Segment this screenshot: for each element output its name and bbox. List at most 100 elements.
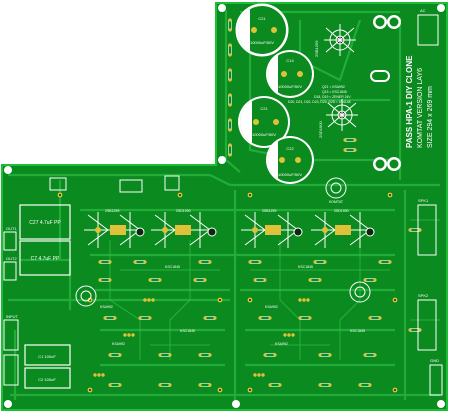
via-hole bbox=[249, 194, 251, 196]
pad bbox=[368, 316, 372, 320]
pad bbox=[228, 43, 232, 47]
via-hole bbox=[179, 194, 181, 196]
via-hole bbox=[219, 299, 221, 301]
pad bbox=[228, 143, 232, 147]
reg-note-1: Q21 = KSA992 bbox=[322, 85, 345, 89]
pad bbox=[323, 260, 327, 264]
pad bbox=[228, 118, 232, 122]
capacitor-top bbox=[235, 3, 289, 57]
small-cap-1-label: C1 100uF bbox=[38, 354, 56, 359]
pad bbox=[253, 278, 257, 282]
pad bbox=[328, 353, 332, 357]
transistor-pin bbox=[123, 333, 127, 337]
via-hole bbox=[249, 299, 251, 301]
cap-label-right-top: C14 bbox=[286, 58, 294, 63]
ksc-label-3: KSC1845 bbox=[180, 329, 195, 333]
cap-label-mid: C21 bbox=[260, 106, 268, 111]
board-outline bbox=[1, 2, 448, 411]
transistor-label-2: 2SD1900 bbox=[318, 121, 323, 138]
pad bbox=[353, 148, 357, 152]
pad bbox=[228, 128, 232, 132]
pad bbox=[343, 148, 347, 152]
via-hole bbox=[59, 194, 61, 196]
pad bbox=[198, 353, 202, 357]
via-hole bbox=[394, 299, 396, 301]
ksa-label-3: KSA992 bbox=[112, 342, 125, 346]
pad bbox=[108, 353, 112, 357]
pad bbox=[118, 383, 122, 387]
pad bbox=[308, 316, 312, 320]
pad bbox=[343, 138, 347, 142]
pad bbox=[368, 383, 372, 387]
pad bbox=[378, 260, 382, 264]
pad bbox=[313, 260, 317, 264]
via-hole bbox=[394, 389, 396, 391]
pad bbox=[273, 353, 277, 357]
transistor-pin bbox=[97, 373, 101, 377]
pad bbox=[108, 278, 112, 282]
transistor-pin bbox=[127, 333, 131, 337]
title-line-3: SIZE 294 x 269 mm bbox=[427, 86, 434, 148]
via-hole bbox=[89, 389, 91, 391]
transistor-pin bbox=[306, 298, 310, 302]
pad bbox=[168, 383, 172, 387]
cap-label-top: C21 bbox=[258, 16, 266, 21]
pad bbox=[308, 278, 312, 282]
pad bbox=[258, 316, 262, 320]
connector-gnd-label: GND bbox=[430, 358, 439, 363]
pad bbox=[298, 316, 302, 320]
pad bbox=[208, 383, 212, 387]
pad bbox=[363, 353, 367, 357]
pad bbox=[203, 316, 207, 320]
transistor-pin bbox=[147, 298, 151, 302]
ksc-label-1: KSC1845 bbox=[165, 265, 180, 269]
via-hole bbox=[389, 194, 391, 196]
pcb-drawing: C21 10000uF/50V C14 10000uF/50V C21 1000… bbox=[1, 2, 448, 411]
ksc-label-2: KSC1845 bbox=[298, 265, 313, 269]
pad bbox=[118, 353, 122, 357]
pad bbox=[198, 260, 202, 264]
pad bbox=[143, 260, 147, 264]
pad bbox=[408, 328, 412, 332]
pad bbox=[148, 278, 152, 282]
title-line-2: KOMTAT VERSION LAY6 bbox=[417, 68, 424, 148]
heatsink-label-1: 2SB1259 bbox=[105, 209, 119, 213]
heatsink-label-3: 2SB1259 bbox=[262, 209, 276, 213]
transistor-pin bbox=[298, 298, 302, 302]
transistor-pin bbox=[143, 298, 147, 302]
small-cap-2-label: C2 100uF bbox=[38, 377, 56, 382]
transistor-pin bbox=[291, 333, 295, 337]
title-line-1: PASS HPA-1 DIY CLONE bbox=[405, 55, 414, 148]
pad bbox=[388, 260, 392, 264]
pad bbox=[278, 383, 282, 387]
pad bbox=[268, 383, 272, 387]
via-hole bbox=[249, 389, 251, 391]
connector-out2-label: OUT2 bbox=[6, 256, 17, 261]
transistor-pin bbox=[93, 373, 97, 377]
connector-input-label: INPUT bbox=[6, 314, 19, 319]
pad bbox=[133, 260, 137, 264]
ksa-label-4: KSA992 bbox=[275, 342, 288, 346]
ksa-label-2: KSA992 bbox=[265, 305, 278, 309]
transistor-pin bbox=[253, 373, 257, 377]
pad bbox=[378, 316, 382, 320]
transistor-pin bbox=[283, 333, 287, 337]
pad bbox=[158, 353, 162, 357]
pad bbox=[98, 278, 102, 282]
pad bbox=[213, 316, 217, 320]
ksa-label-1: KSA992 bbox=[100, 305, 113, 309]
pad bbox=[318, 278, 322, 282]
cap-value-mid: 10000uF/50V bbox=[252, 132, 276, 137]
pad bbox=[373, 353, 377, 357]
pad bbox=[258, 260, 262, 264]
pad bbox=[358, 383, 362, 387]
transistor-pin bbox=[257, 373, 261, 377]
pad bbox=[148, 316, 152, 320]
pad bbox=[158, 383, 162, 387]
film-cap-top-label: C27 4.7uF PP bbox=[29, 220, 61, 226]
ksc-label-4: KSC1845 bbox=[350, 329, 365, 333]
film-cap-bottom-label: C7 4.7uF PP bbox=[31, 256, 60, 262]
pad bbox=[108, 383, 112, 387]
pad bbox=[228, 93, 232, 97]
pad bbox=[268, 316, 272, 320]
